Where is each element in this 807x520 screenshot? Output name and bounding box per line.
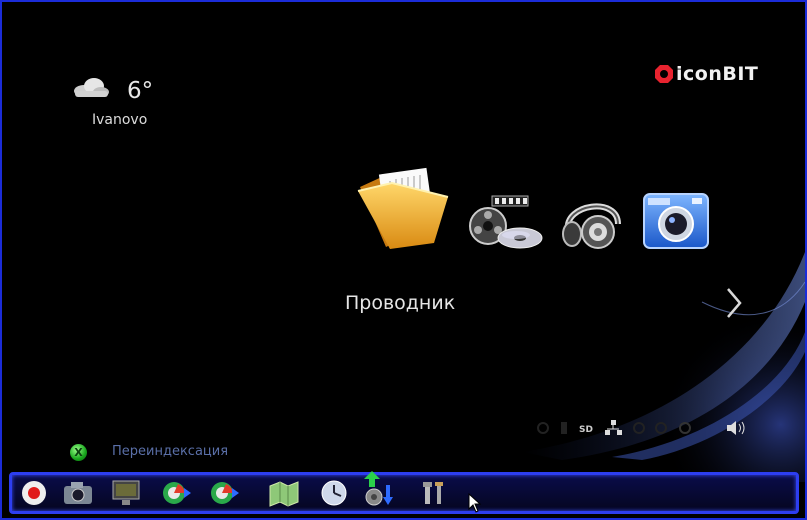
logo-text: iconBIT [676,63,759,85]
camera-icon[interactable] [62,478,94,508]
weather-widget: 6° Ivanovo [72,74,182,134]
tools-icon[interactable] [418,478,450,508]
film-reel-disc-icon[interactable] [466,192,544,252]
cloud-icon [74,78,109,97]
record-icon[interactable] [18,478,50,508]
camera-icon[interactable] [640,188,712,254]
taskbar [9,471,799,514]
reindex-label: Переиндексация [112,444,229,459]
chevron-right-icon[interactable] [724,286,744,320]
svg-text:SD: SD [579,425,593,435]
tv-screen-frame: 6° Ivanovo iconBIT Проводник SD X Переин… [0,0,807,520]
headphones-icon[interactable] [558,190,624,256]
network-icon [605,420,622,435]
city-name: Ivanovo [92,112,148,128]
volume-icon [727,421,745,435]
card-icon [561,422,567,434]
selected-menu-label: Проводник [345,292,456,314]
logo-mark-icon [655,65,673,83]
folder-icon[interactable] [356,165,452,251]
download-icon[interactable] [362,471,394,507]
clock-icon[interactable] [318,478,350,508]
monitor-icon[interactable] [110,478,142,508]
green-button-icon: X [70,444,87,461]
disc-icon [633,422,645,434]
brand-logo: iconBIT [654,62,774,88]
usb-icon [537,422,549,434]
temperature: 6° [127,78,154,104]
media-player-icon[interactable] [208,478,240,508]
media-player-icon[interactable] [160,478,192,508]
sd-icon: SD [579,425,593,435]
power-icon [679,422,691,434]
map-icon[interactable] [268,478,300,508]
status-icons-bar: SD [537,420,745,435]
mouse-cursor-icon [468,493,482,513]
hdd-icon [655,422,667,434]
